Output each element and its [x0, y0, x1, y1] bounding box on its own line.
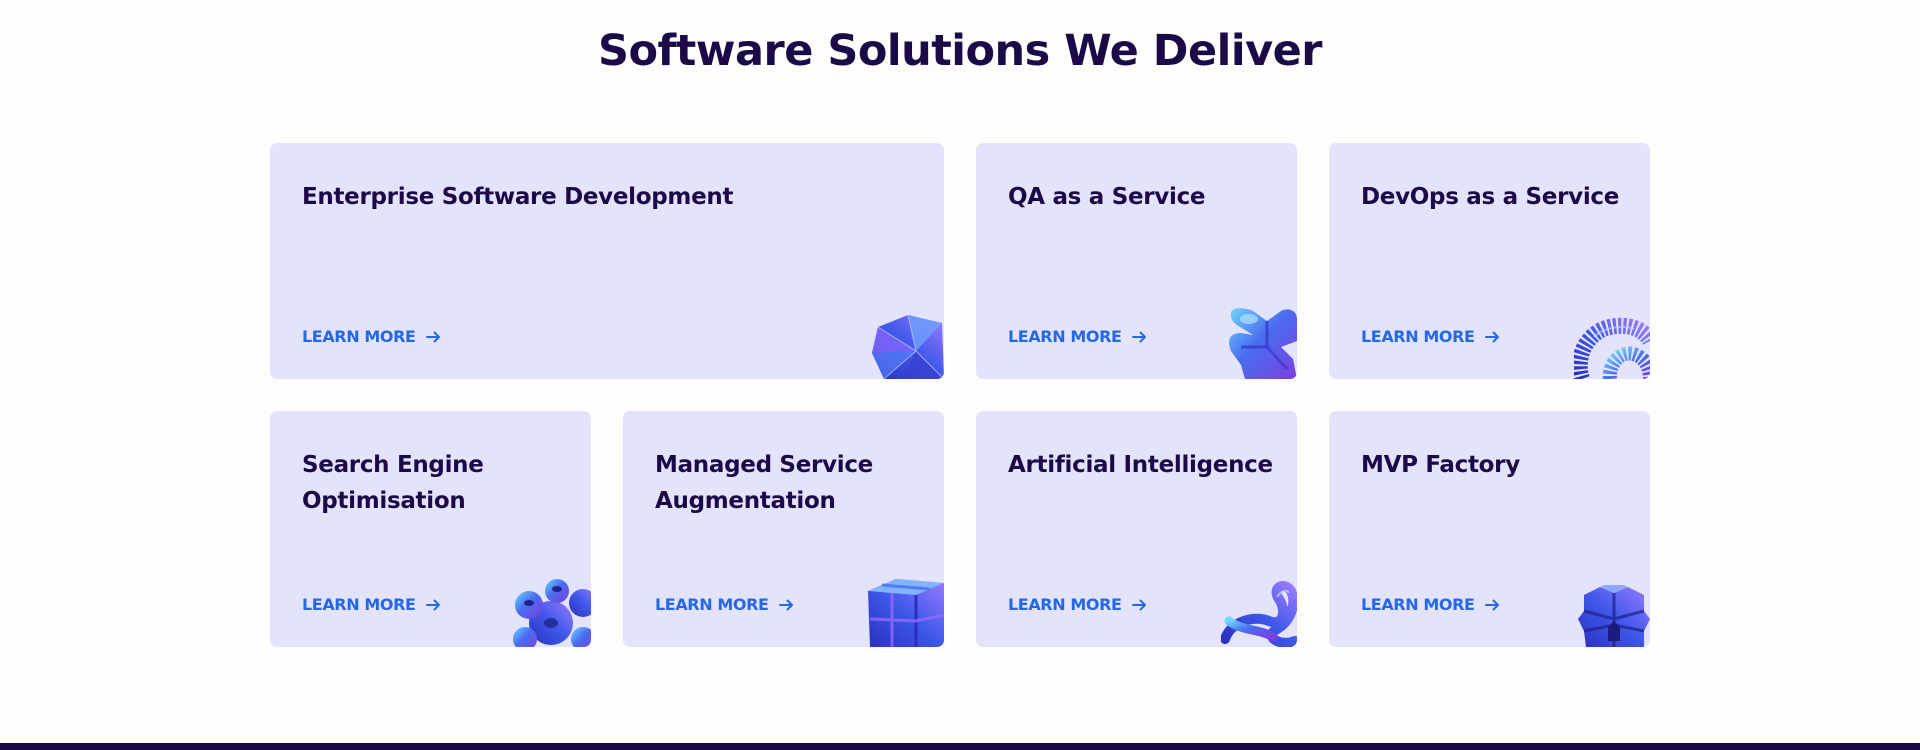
arrow-right-icon [778, 599, 793, 610]
twisted-knot-3d-icon [1221, 581, 1297, 647]
card-title: MVP Factory [1361, 452, 1520, 478]
arrow-right-icon [425, 599, 440, 610]
learn-more-link[interactable]: LEARN MORE [1361, 327, 1500, 346]
learn-more-label: LEARN MORE [1361, 595, 1475, 614]
solutions-section: Software Solutions We Deliver Enterprise… [0, 0, 1920, 750]
arrow-right-icon [1131, 599, 1146, 610]
learn-more-link[interactable]: LEARN MORE [1008, 595, 1147, 614]
learn-more-label: LEARN MORE [1361, 327, 1475, 346]
arrow-right-icon [1484, 599, 1499, 610]
card-title: Search Engine Optimisation [302, 452, 484, 514]
arrow-right-icon [425, 331, 440, 342]
learn-more-label: LEARN MORE [302, 327, 416, 346]
card-artificial-intelligence[interactable]: Artificial Intelligence LEARN MORE [976, 411, 1297, 647]
learn-more-link[interactable]: LEARN MORE [302, 327, 441, 346]
card-mvp-factory[interactable]: MVP Factory LEARN MORE [1329, 411, 1650, 647]
cube-grid-3d-icon [868, 579, 944, 647]
card-managed-service-augmentation[interactable]: Managed Service Augmentation LEARN MORE [623, 411, 944, 647]
crystal-star-3d-icon [872, 314, 944, 379]
card-title: QA as a Service [1008, 184, 1206, 210]
arrow-right-icon [1484, 331, 1499, 342]
sphere-cluster-3d-icon [513, 579, 591, 647]
learn-more-link[interactable]: LEARN MORE [1361, 595, 1500, 614]
learn-more-label: LEARN MORE [655, 595, 769, 614]
card-devops-as-a-service[interactable]: DevOps as a Service LEARN MORE [1329, 143, 1650, 379]
learn-more-link[interactable]: LEARN MORE [302, 595, 441, 614]
card-search-engine-optimisation[interactable]: Search Engine Optimisation LEARN MORE [270, 411, 591, 647]
stacked-blocks-3d-icon [1578, 585, 1650, 647]
learn-more-label: LEARN MORE [302, 595, 416, 614]
footer-strip [0, 743, 1920, 750]
card-qa-as-a-service[interactable]: QA as a Service LEARN MORE [976, 143, 1297, 379]
learn-more-link[interactable]: LEARN MORE [1008, 327, 1147, 346]
card-title: Artificial Intelligence [1008, 452, 1273, 478]
learn-more-label: LEARN MORE [1008, 595, 1122, 614]
card-title: Enterprise Software Development [302, 184, 734, 210]
learn-more-link[interactable]: LEARN MORE [655, 595, 794, 614]
learn-more-label: LEARN MORE [1008, 327, 1122, 346]
card-title: Managed Service Augmentation [655, 452, 873, 514]
card-title: DevOps as a Service [1361, 184, 1620, 210]
section-title: Software Solutions We Deliver [598, 26, 1323, 76]
arrow-right-icon [1131, 331, 1146, 342]
card-enterprise-software-development[interactable]: Enterprise Software Development LEARN MO… [270, 143, 944, 379]
puffy-cross-3d-icon [1229, 308, 1297, 379]
coil-ring-3d-icon [1574, 317, 1650, 379]
